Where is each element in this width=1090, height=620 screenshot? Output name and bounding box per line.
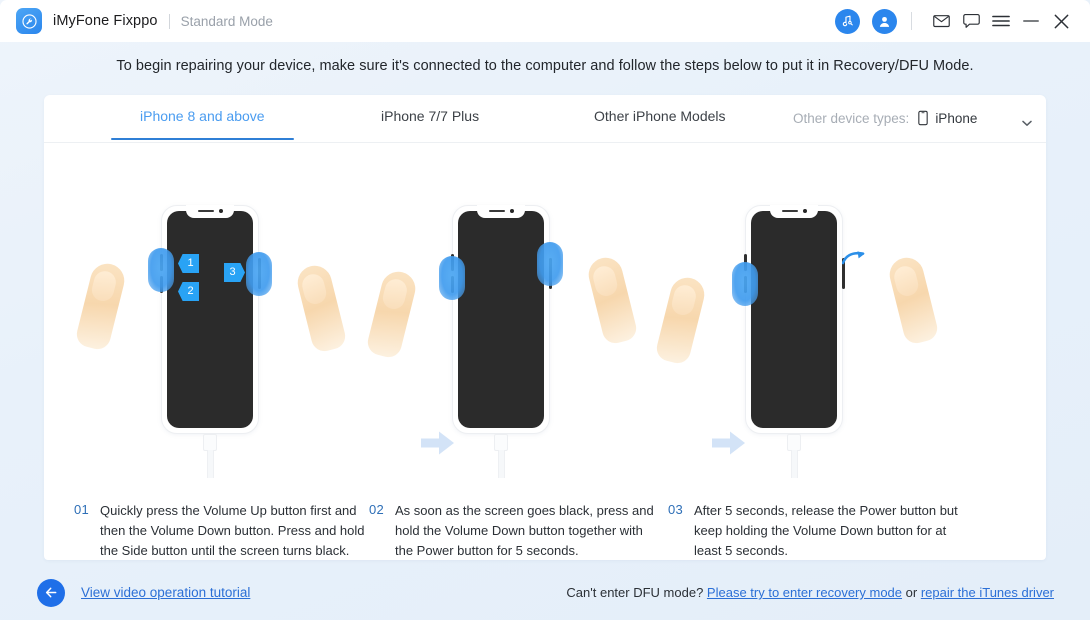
back-button[interactable] [37,578,65,607]
step-1-illustration: 1 2 3 [64,205,356,495]
app-logo-icon [16,8,42,34]
press-indicator-left [148,248,174,292]
right-hand [294,262,348,354]
charging-cable [787,434,801,478]
press-indicator-left [732,262,758,306]
phone-illustration [732,205,865,478]
user-account-icon[interactable] [872,8,897,34]
front-camera-dot [803,209,807,213]
phone-screen [751,211,837,428]
music-search-icon[interactable] [835,8,860,34]
charging-cable [494,434,508,478]
chevron-down-icon[interactable] [1022,114,1032,132]
press-indicator-right [246,252,272,296]
cable-connector [787,434,801,451]
speaker-slit [782,210,798,213]
mail-icon[interactable] [926,7,956,35]
minimize-icon[interactable] [1016,7,1046,35]
title-bar: iMyFone Fixppo Standard Mode [0,0,1090,42]
dfu-help-text: Can't enter DFU mode? Please try to ente… [566,585,1054,600]
step-3-illustration [648,205,940,495]
step-2-description: As soon as the screen goes black, press … [395,503,654,558]
phone-notch [186,205,234,218]
step-3-text: 03 After 5 seconds, release the Power bu… [668,501,960,560]
front-camera-dot [219,209,223,213]
step-1-description: Quickly press the Volume Up button first… [100,503,365,558]
close-icon[interactable] [1046,7,1076,35]
feedback-chat-icon[interactable] [956,7,986,35]
instruction-text: To begin repairing your device, make sur… [116,58,974,74]
step-3-number: 03 [668,502,684,517]
dfu-help-middle: or [902,585,921,600]
dfu-help-prefix: Can't enter DFU mode? [566,585,707,600]
phone-illustration: 1 2 3 [148,205,272,478]
cable-connector [203,434,217,451]
phone-screen [458,211,544,428]
speaker-slit [198,210,214,213]
press-indicator-left [439,256,465,300]
charging-cable [203,434,217,478]
step-1: 1 2 3 01 Quickly press the Volume Up but… [64,143,365,558]
wrench-circle-icon [21,13,37,29]
phone-outline-icon [918,110,929,126]
tab-iphone-7[interactable]: iPhone 7/7 Plus [381,108,479,140]
cable-wire [790,450,798,478]
right-hand [585,254,639,346]
cable-connector [494,434,508,451]
app-name: iMyFone Fixppo [53,13,158,29]
step-separator-arrow-2 [712,430,746,456]
tab-bar: iPhone 8 and above iPhone 7/7 Plus Other… [44,95,1046,143]
left-hand [654,274,708,366]
phone-screen [167,211,253,428]
recovery-mode-link[interactable]: Please try to enter recovery mode [707,585,902,600]
phone-notch [477,205,525,218]
step-separator-arrow-1 [421,430,455,456]
tab-other-iphone-models[interactable]: Other iPhone Models [594,108,726,140]
speaker-slit [489,210,505,213]
app-mode-label: Standard Mode [180,13,273,29]
press-indicator-right [537,242,563,286]
step-1-number: 01 [74,502,90,517]
step-2-text: 02 As soon as the screen goes black, pre… [369,501,661,560]
menu-icon[interactable] [986,7,1016,35]
device-type-label: Other device types: [793,110,910,126]
step-2: 02 As soon as the screen goes black, pre… [355,143,654,558]
title-divider [168,13,170,29]
phone-notch [770,205,818,218]
steps-container: 1 2 3 01 Quickly press the Volume Up but… [44,143,1046,560]
content-card: iPhone 8 and above iPhone 7/7 Plus Other… [44,95,1046,560]
back-arrow-icon [45,587,56,598]
titlebar-action-divider [911,12,912,30]
step-2-illustration [355,205,647,495]
step-3: 03 After 5 seconds, release the Power bu… [648,143,958,558]
cable-wire [497,450,505,478]
tab-iphone-8-and-above[interactable]: iPhone 8 and above [111,108,294,140]
release-arrow-icon [841,250,868,273]
step-3-description: After 5 seconds, release the Power butto… [694,503,958,558]
step-2-number: 02 [369,502,385,517]
right-hand-releasing [886,254,940,346]
video-tutorial-link[interactable]: View video operation tutorial [81,585,250,600]
itunes-driver-link[interactable]: repair the iTunes driver [921,585,1054,600]
left-hand [365,268,419,360]
cable-wire [206,450,214,478]
titlebar-actions [835,7,1076,35]
step-1-text: 01 Quickly press the Volume Up button fi… [74,501,366,560]
front-camera-dot [510,209,514,213]
footer-bar: View video operation tutorial Can't ente… [0,565,1090,620]
device-type-selector[interactable]: Other device types: iPhone [793,110,977,126]
left-hand [74,260,128,352]
device-type-value: iPhone [935,110,978,126]
phone-illustration [439,205,563,478]
